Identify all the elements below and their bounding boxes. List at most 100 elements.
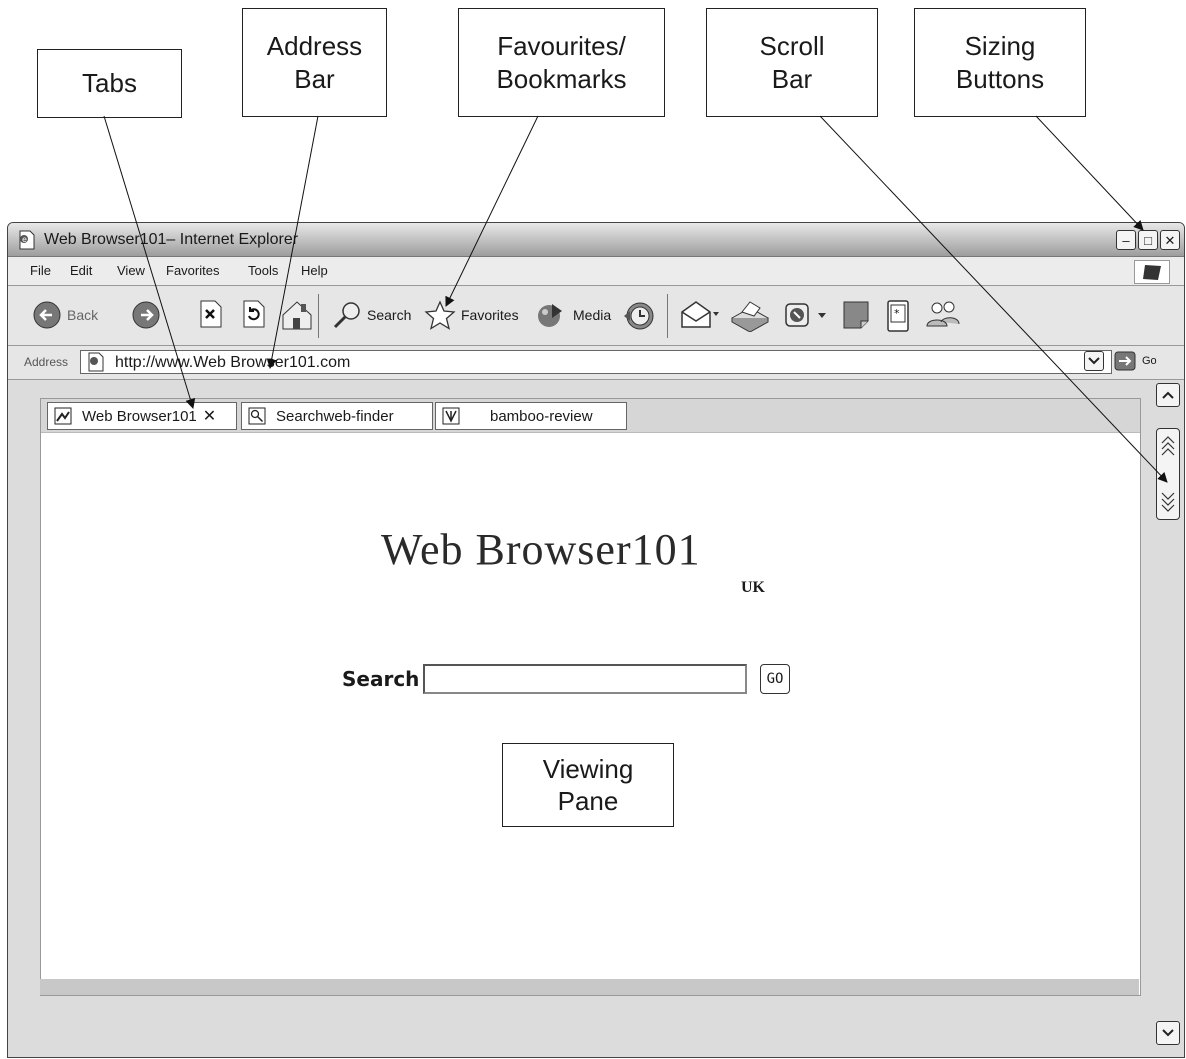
image-icon bbox=[54, 407, 72, 425]
minimize-icon: – bbox=[1122, 232, 1130, 248]
search-button[interactable]: Search bbox=[332, 300, 411, 330]
back-arrow-icon bbox=[33, 301, 61, 329]
close-button[interactable]: ✕ bbox=[1160, 230, 1180, 250]
search-label: Search bbox=[342, 667, 420, 691]
history-clock-icon bbox=[624, 302, 654, 330]
toolbar: Back Search Favorites Media * bbox=[8, 286, 1184, 346]
callout-tabs: Tabs bbox=[37, 49, 182, 118]
address-label: Address bbox=[24, 355, 69, 369]
search-go-button[interactable]: GO bbox=[760, 664, 790, 694]
media-button[interactable]: Media bbox=[536, 300, 611, 330]
stop-button[interactable] bbox=[198, 300, 224, 328]
menu-help[interactable]: Help bbox=[301, 263, 328, 278]
refresh-button[interactable] bbox=[241, 300, 267, 328]
address-field[interactable]: http://www.Web Browser101.com bbox=[80, 350, 1112, 374]
maximize-icon: □ bbox=[1144, 232, 1152, 248]
back-label: Back bbox=[67, 307, 99, 323]
stop-icon bbox=[200, 300, 222, 328]
tab-label: Web Browser101 bbox=[82, 407, 197, 425]
note-icon bbox=[843, 301, 869, 329]
favorites-star-icon bbox=[424, 300, 456, 330]
scroll-thumb[interactable] bbox=[1156, 428, 1180, 520]
contacts-button[interactable] bbox=[925, 300, 961, 330]
window-title: Web Browser101– Internet Explorer bbox=[44, 231, 299, 248]
go-button[interactable]: Go bbox=[1114, 351, 1157, 371]
bamboo-icon bbox=[442, 407, 460, 425]
favorites-button[interactable]: Favorites bbox=[424, 300, 519, 330]
callout-viewing-pane: Viewing Pane bbox=[502, 743, 674, 827]
edit-button[interactable] bbox=[784, 300, 828, 328]
home-button[interactable] bbox=[281, 300, 313, 330]
grip-icon bbox=[1161, 436, 1175, 512]
edit-icon bbox=[785, 303, 826, 327]
address-dropdown[interactable] bbox=[1084, 351, 1104, 371]
toolbar-separator bbox=[667, 294, 668, 338]
menu-favorites[interactable]: Favorites bbox=[166, 263, 219, 278]
callout-address-bar: Address Bar bbox=[242, 8, 387, 117]
toolbar-separator bbox=[318, 294, 319, 338]
messenger-button[interactable]: * bbox=[886, 300, 910, 332]
ie-page-icon bbox=[88, 352, 104, 372]
callout-favourites-bookmarks: Favourites/ Bookmarks bbox=[458, 8, 665, 117]
maximize-button[interactable]: □ bbox=[1138, 230, 1158, 250]
address-bar: Address http://www.Web Browser101.com Go bbox=[8, 346, 1184, 380]
site-logo-region: UK bbox=[741, 579, 765, 596]
search-label: Search bbox=[367, 307, 412, 323]
menu-view[interactable]: View bbox=[117, 263, 145, 278]
address-url: http://www.Web Browser101.com bbox=[115, 354, 351, 371]
menu-bar: File Edit View Favorites Tools Help bbox=[8, 257, 1184, 286]
tab-strip: Web Browser101 ✕ Searchweb-finder bamboo… bbox=[41, 399, 1140, 433]
callout-sizing-buttons: Sizing Buttons bbox=[914, 8, 1086, 117]
go-label: Go bbox=[1142, 355, 1157, 367]
close-icon: ✕ bbox=[1164, 232, 1176, 248]
sizing-buttons: – □ ✕ bbox=[1116, 230, 1180, 250]
forward-button[interactable] bbox=[131, 300, 161, 330]
leader-sizing-buttons bbox=[1035, 115, 1144, 231]
go-arrow-icon bbox=[1114, 351, 1136, 371]
back-button[interactable]: Back bbox=[32, 300, 98, 330]
favorites-label: Favorites bbox=[461, 307, 519, 323]
scroll-up-button[interactable] bbox=[1156, 383, 1180, 407]
search-icon bbox=[248, 407, 266, 425]
tab-bamboo-review[interactable]: bamboo-review bbox=[435, 402, 627, 430]
svg-text:e: e bbox=[22, 235, 27, 244]
menu-edit[interactable]: Edit bbox=[70, 263, 92, 278]
home-icon bbox=[282, 301, 312, 330]
browser-window: e Web Browser101– Internet Explorer – □ … bbox=[7, 222, 1185, 1058]
ie-page-icon: e bbox=[19, 230, 35, 250]
search-icon bbox=[333, 302, 360, 329]
svg-text:*: * bbox=[894, 307, 900, 320]
title-bar: e Web Browser101– Internet Explorer – □ … bbox=[8, 223, 1184, 257]
windows-logo-icon bbox=[1134, 260, 1170, 284]
discuss-button[interactable] bbox=[842, 300, 870, 330]
close-tab-icon[interactable]: ✕ bbox=[203, 406, 216, 426]
site-logo: Web Browser101 bbox=[381, 525, 701, 574]
viewing-pane: Web Browser101 ✕ Searchweb-finder bamboo… bbox=[40, 398, 1141, 996]
horizontal-scroll-track bbox=[40, 979, 1139, 995]
minimize-button[interactable]: – bbox=[1116, 230, 1136, 250]
media-icon bbox=[538, 304, 562, 327]
tab-searchweb-finder[interactable]: Searchweb-finder bbox=[241, 402, 433, 430]
search-input[interactable] bbox=[423, 664, 747, 694]
tab-label: bamboo-review bbox=[490, 407, 593, 425]
mail-button[interactable] bbox=[680, 300, 720, 330]
printer-icon bbox=[730, 301, 770, 332]
chevron-down-icon bbox=[1088, 357, 1100, 365]
print-button[interactable] bbox=[730, 300, 770, 332]
menu-tools[interactable]: Tools bbox=[248, 263, 278, 278]
vertical-scrollbar[interactable] bbox=[1156, 380, 1180, 1045]
tab-label: Searchweb-finder bbox=[276, 407, 394, 425]
refresh-icon bbox=[243, 300, 265, 328]
chevron-up-icon bbox=[1162, 391, 1174, 399]
mail-icon bbox=[681, 301, 719, 328]
scroll-down-button[interactable] bbox=[1156, 1021, 1180, 1045]
history-button[interactable] bbox=[622, 300, 656, 332]
chevron-down-icon bbox=[1162, 1029, 1174, 1037]
menu-file[interactable]: File bbox=[30, 263, 51, 278]
mobile-device-icon: * bbox=[887, 300, 909, 332]
tab-web-browser101[interactable]: Web Browser101 ✕ bbox=[47, 402, 237, 430]
media-label: Media bbox=[573, 307, 612, 323]
forward-arrow-icon bbox=[132, 301, 160, 329]
content-area: Web Browser101 ✕ Searchweb-finder bamboo… bbox=[8, 380, 1184, 1057]
people-icon bbox=[926, 301, 960, 327]
